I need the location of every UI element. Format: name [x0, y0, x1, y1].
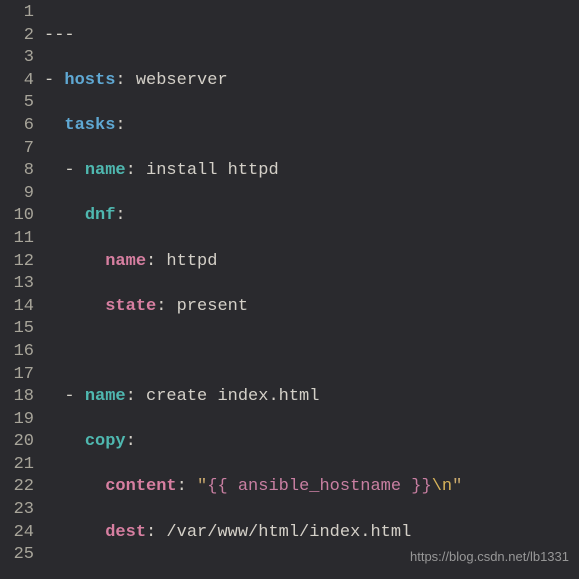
code-line: dnf: — [44, 205, 579, 228]
yaml-string-quote: " — [197, 477, 207, 496]
line-number: 2 — [0, 25, 34, 48]
line-number: 1 — [0, 2, 34, 25]
code-line: tasks: — [44, 115, 579, 138]
yaml-value: create index.html — [136, 387, 320, 406]
yaml-key: content — [105, 477, 176, 496]
code-line: name: httpd — [44, 251, 579, 274]
line-number: 3 — [0, 47, 34, 70]
yaml-value: /var/www/html/index.html — [156, 523, 411, 542]
code-line: - hosts: webserver — [44, 70, 579, 93]
line-number: 19 — [0, 409, 34, 432]
line-number: 10 — [0, 205, 34, 228]
line-number: 22 — [0, 476, 34, 499]
yaml-key: hosts — [64, 71, 115, 90]
line-number: 4 — [0, 70, 34, 93]
line-number: 15 — [0, 318, 34, 341]
line-number: 11 — [0, 228, 34, 251]
line-number: 17 — [0, 364, 34, 387]
line-number: 16 — [0, 341, 34, 364]
line-number: 21 — [0, 454, 34, 477]
yaml-value: install httpd — [136, 161, 279, 180]
yaml-key: name — [85, 387, 126, 406]
yaml-string-quote: " — [452, 477, 462, 496]
line-number: 14 — [0, 296, 34, 319]
line-number: 7 — [0, 138, 34, 161]
yaml-value: httpd — [156, 252, 217, 271]
code-area[interactable]: --- - hosts: webserver tasks: - name: in… — [44, 2, 579, 579]
code-line: copy: — [44, 431, 579, 454]
yaml-key: copy — [85, 432, 126, 451]
yaml-key: name — [85, 161, 126, 180]
watermark-text: https://blog.csdn.net/lb1331 — [410, 546, 569, 569]
yaml-value: webserver — [126, 71, 228, 90]
line-number: 9 — [0, 183, 34, 206]
yaml-key: dnf — [85, 206, 116, 225]
line-number: 23 — [0, 499, 34, 522]
line-number: 8 — [0, 160, 34, 183]
yaml-value: present — [166, 297, 248, 316]
yaml-key: state — [105, 297, 156, 316]
code-line: --- — [44, 25, 579, 48]
line-number: 25 — [0, 544, 34, 567]
line-number: 24 — [0, 522, 34, 545]
code-line: - name: install httpd — [44, 160, 579, 183]
yaml-key: dest — [105, 523, 146, 542]
code-line: dest: /var/www/html/index.html — [44, 522, 579, 545]
line-number: 12 — [0, 251, 34, 274]
code-line — [44, 341, 579, 364]
line-number: 13 — [0, 273, 34, 296]
yaml-key: name — [105, 252, 146, 271]
code-line: - name: create index.html — [44, 386, 579, 409]
code-line: state: present — [44, 296, 579, 319]
yaml-key: tasks — [64, 116, 115, 135]
line-number: 20 — [0, 431, 34, 454]
line-number: 5 — [0, 92, 34, 115]
code-line: content: "{{ ansible_hostname }}\n" — [44, 476, 579, 499]
jinja-expression: {{ ansible_hostname }} — [207, 477, 431, 496]
code-editor: 1 2 3 4 5 6 7 8 9 10 11 12 13 14 15 16 1… — [0, 0, 579, 579]
line-number: 18 — [0, 386, 34, 409]
yaml-docstart: --- — [44, 26, 75, 45]
line-number: 6 — [0, 115, 34, 138]
escape-sequence: \n — [432, 477, 452, 496]
line-number-gutter: 1 2 3 4 5 6 7 8 9 10 11 12 13 14 15 16 1… — [0, 2, 44, 579]
